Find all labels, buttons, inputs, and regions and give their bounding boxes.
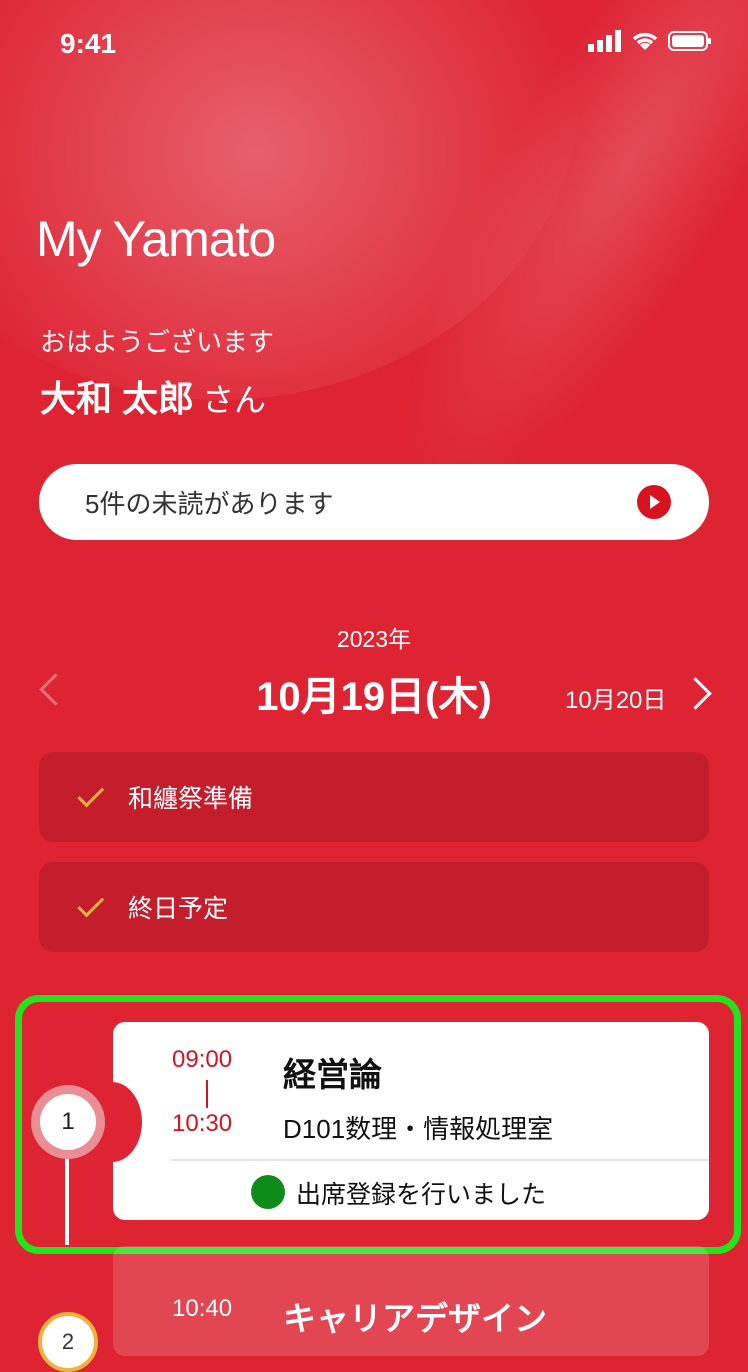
user-name: 大和 太郎 さん (40, 370, 266, 422)
unread-notice-button[interactable]: 5件の未読があります (39, 464, 709, 540)
user-name-text: 大和 太郎 (40, 378, 195, 419)
event-label: 終日予定 (128, 895, 229, 923)
event-item[interactable]: 和纏祭準備 (39, 752, 709, 842)
event-item[interactable]: 終日予定 (39, 862, 709, 952)
battery-icon (668, 31, 711, 51)
play-circle-icon (637, 485, 671, 519)
status-time: 9:41 (60, 28, 117, 59)
check-icon (77, 780, 105, 807)
greeting-text: おはようございます (40, 327, 275, 357)
user-name-suffix: さん (202, 382, 267, 418)
signal-icon (588, 30, 621, 52)
wifi-icon (632, 32, 658, 50)
period-number: 2 (38, 1312, 98, 1372)
event-label: 和纏祭準備 (128, 785, 254, 813)
status-icons (588, 30, 712, 52)
class-title: キャリアデザイン (283, 1300, 547, 1337)
date-year: 2023年 (336, 626, 412, 652)
next-date-link[interactable]: 10月20日 (565, 680, 666, 715)
selection-highlight (15, 995, 741, 1254)
check-icon (77, 890, 105, 917)
unread-notice-text: 5件の未読があります (85, 488, 334, 519)
class-start-time: 10:40 (172, 1295, 233, 1322)
app-title: My Yamato (36, 211, 276, 267)
